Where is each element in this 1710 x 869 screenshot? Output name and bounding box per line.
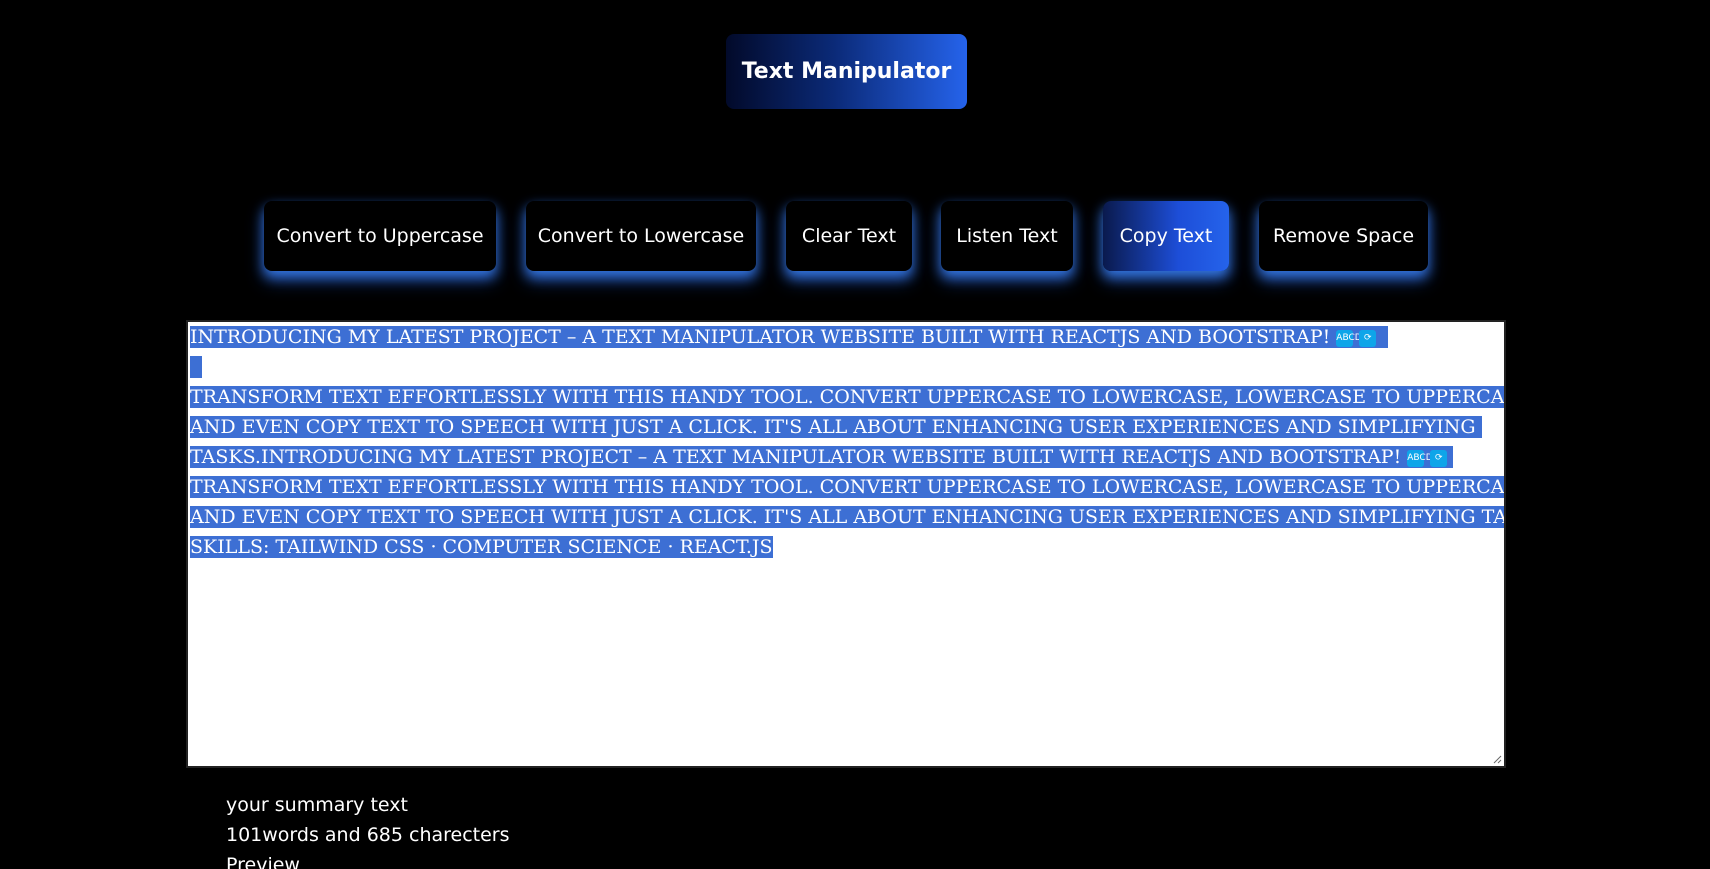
editor-line: TASKS.INTRODUCING MY LATEST PROJECT – A … <box>190 442 1480 472</box>
copy-text-button[interactable]: Copy Text <box>1103 201 1229 271</box>
app-title-badge: Text Manipulator <box>726 34 967 109</box>
summary-heading: your summary text <box>226 794 408 816</box>
editor-line-text: AND EVEN COPY TEXT TO SPEECH WITH JUST A… <box>190 416 1476 438</box>
editor-line-text: AND EVEN COPY TEXT TO SPEECH WITH JUST A… <box>190 506 1506 528</box>
editor-line-blank <box>190 352 1480 382</box>
abcd-icon: ABCD <box>1407 449 1433 467</box>
app-page: Text Manipulator Convert to Uppercase Co… <box>0 0 1710 869</box>
editor-line-text: TRANSFORM TEXT EFFORTLESSLY WITH THIS HA… <box>190 476 1506 498</box>
refresh-arrows-icon: ⟳ <box>1430 449 1448 467</box>
editor-line-text: INTRODUCING MY LATEST PROJECT – A TEXT M… <box>190 326 1331 348</box>
clear-text-button[interactable]: Clear Text <box>786 201 912 271</box>
abcd-icon: ABCD <box>1336 329 1362 347</box>
resize-handle-icon[interactable] <box>1492 754 1502 764</box>
editor-line: AND EVEN COPY TEXT TO SPEECH WITH JUST A… <box>190 412 1482 442</box>
editor-line-text: TASKS.INTRODUCING MY LATEST PROJECT – A … <box>190 446 1402 468</box>
preview-heading: Preview <box>226 854 300 869</box>
editor-line-text: SKILLS: TAILWIND CSS · COMPUTER SCIENCE … <box>190 536 773 558</box>
word-char-count: 101words and 685 charecters <box>226 824 510 846</box>
editor-line-text: TRANSFORM TEXT EFFORTLESSLY WITH THIS HA… <box>190 386 1506 408</box>
convert-uppercase-button[interactable]: Convert to Uppercase <box>264 201 496 271</box>
editor-line: TRANSFORM TEXT EFFORTLESSLY WITH THIS HA… <box>190 382 1504 412</box>
refresh-arrows-icon: ⟳ <box>1359 329 1377 347</box>
app-title: Text Manipulator <box>741 59 952 84</box>
editor-line: TRANSFORM TEXT EFFORTLESSLY WITH THIS HA… <box>190 472 1504 502</box>
editor-content: INTRODUCING MY LATEST PROJECT – A TEXT M… <box>190 322 1504 562</box>
text-input-area[interactable]: INTRODUCING MY LATEST PROJECT – A TEXT M… <box>186 320 1506 768</box>
summary-section: your summary text 101words and 685 chare… <box>226 790 510 869</box>
listen-text-button[interactable]: Listen Text <box>941 201 1073 271</box>
editor-line: AND EVEN COPY TEXT TO SPEECH WITH JUST A… <box>190 502 1504 532</box>
remove-space-button[interactable]: Remove Space <box>1259 201 1428 271</box>
editor-line: SKILLS: TAILWIND CSS · COMPUTER SCIENCE … <box>190 532 1480 562</box>
editor-line: INTRODUCING MY LATEST PROJECT – A TEXT M… <box>190 322 1480 352</box>
action-toolbar: Convert to Uppercase Convert to Lowercas… <box>0 201 1710 271</box>
convert-lowercase-button[interactable]: Convert to Lowercase <box>526 201 756 271</box>
